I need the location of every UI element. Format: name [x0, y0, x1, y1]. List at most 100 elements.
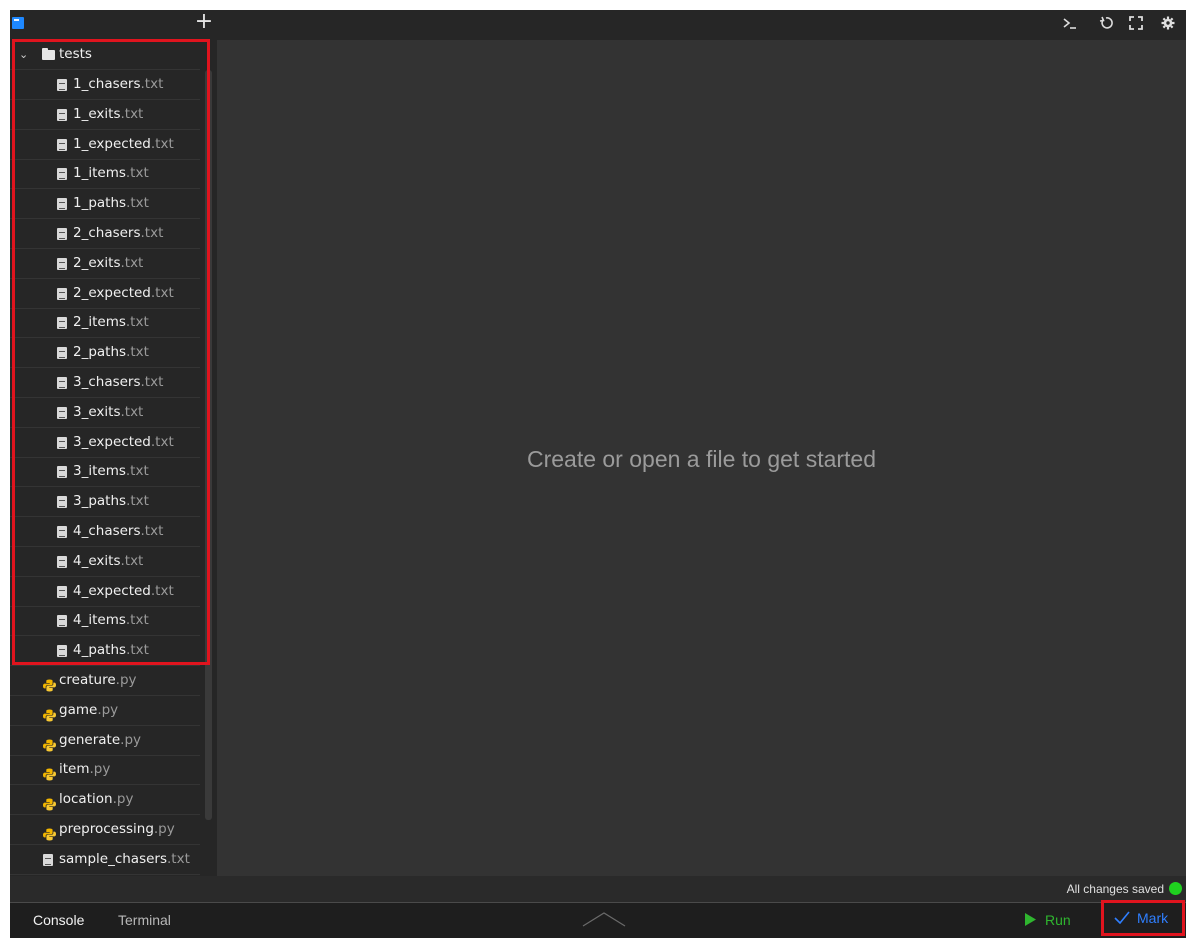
file-item[interactable]: 3_expected.txt: [10, 428, 200, 458]
file-item[interactable]: 1_expected.txt: [10, 130, 200, 160]
file-extension: .txt: [125, 165, 149, 182]
file-name: 4_expected.txt: [73, 577, 174, 606]
status-bar: All changes saved: [10, 876, 1186, 902]
file-base-name: 2_paths: [73, 344, 127, 361]
text-file-icon: [57, 496, 67, 509]
file-name: creature.py: [59, 666, 137, 695]
terminal-icon[interactable]: [1058, 13, 1082, 35]
text-file-icon: [57, 526, 67, 538]
file-base-name: 2_exits: [73, 254, 121, 271]
file-item[interactable]: 4_items.txt: [10, 606, 200, 637]
text-file-icon: [57, 436, 67, 449]
text-file-icon: [57, 168, 67, 181]
tab-console[interactable]: Console: [33, 903, 84, 937]
file-item[interactable]: 4_chasers.txt: [10, 517, 200, 547]
file-base-name: 3_expected: [73, 433, 151, 450]
file-extension: .txt: [150, 433, 174, 450]
sidebar-scrollbar[interactable]: [205, 70, 212, 820]
file-extension: .txt: [140, 374, 164, 390]
file-item[interactable]: 4_paths.txt: [10, 636, 200, 667]
folder-name: tests: [59, 46, 92, 62]
file-extension: .py: [153, 821, 175, 837]
file-base-name: 1_expected: [73, 135, 151, 152]
file-name: 1_chasers.txt: [73, 70, 163, 99]
file-name: 2_chasers.txt: [73, 219, 163, 248]
file-name: preprocessing.py: [59, 815, 175, 844]
file-item[interactable]: 1_exits.txt: [10, 100, 200, 130]
file-extension: .py: [89, 761, 111, 778]
file-item[interactable]: generate.py: [10, 726, 200, 756]
file-item[interactable]: 3_exits.txt: [10, 398, 200, 428]
file-base-name: 3_chasers: [73, 374, 141, 390]
file-item[interactable]: 3_chasers.txt: [10, 368, 200, 398]
file-name: 1_items.txt: [73, 159, 149, 188]
file-item[interactable]: game.py: [10, 696, 200, 726]
text-file-icon: [57, 615, 67, 628]
file-base-name: 1_chasers: [73, 76, 141, 92]
text-file-icon: [57, 645, 67, 658]
file-extension: .txt: [140, 225, 164, 241]
file-extension: .txt: [125, 612, 149, 629]
file-base-name: generate: [59, 731, 121, 748]
file-item[interactable]: 1_chasers.txt: [10, 70, 200, 100]
file-name: 4_items.txt: [73, 606, 149, 635]
file-item[interactable]: 2_items.txt: [10, 308, 200, 339]
tab-terminal[interactable]: Terminal: [118, 903, 171, 937]
file-base-name: 4_chasers: [73, 523, 141, 539]
mark-label: Mark: [1137, 910, 1169, 926]
file-name: 2_exits.txt: [73, 249, 143, 278]
file-item[interactable]: 2_chasers.txt: [10, 219, 200, 249]
text-file-icon: [57, 317, 67, 330]
run-button[interactable]: Run: [1024, 903, 1071, 937]
file-extension: .txt: [126, 344, 149, 361]
checkmark-icon: [1114, 911, 1130, 925]
text-file-icon: [57, 555, 67, 568]
file-name: 1_expected.txt: [73, 130, 174, 159]
file-base-name: 2_chasers: [73, 225, 141, 241]
file-item[interactable]: preprocessing.py: [10, 815, 200, 845]
file-item[interactable]: creature.py: [10, 666, 200, 696]
file-extension: .txt: [125, 314, 149, 331]
file-extension: .txt: [140, 76, 164, 92]
chevron-down-icon[interactable]: ⌄: [19, 40, 28, 69]
file-extension: .txt: [140, 523, 164, 539]
file-item[interactable]: 2_paths.txt: [10, 338, 200, 369]
file-item[interactable]: 1_items.txt: [10, 159, 200, 190]
file-item[interactable]: 2_exits.txt: [10, 249, 200, 279]
file-base-name: game: [59, 701, 98, 718]
fullscreen-icon[interactable]: [1124, 13, 1148, 35]
file-name: 2_items.txt: [73, 308, 149, 337]
text-file-icon: [57, 377, 67, 389]
file-item[interactable]: 3_paths.txt: [10, 487, 200, 518]
file-item[interactable]: 4_expected.txt: [10, 577, 200, 607]
file-base-name: 3_items: [73, 463, 126, 480]
file-extension: .py: [115, 672, 137, 688]
text-file-icon: [57, 585, 67, 598]
file-name: generate.py: [59, 726, 141, 755]
chevron-up-icon[interactable]: [580, 907, 628, 933]
top-toolbar: +: [10, 10, 1186, 40]
file-base-name: 2_items: [73, 314, 126, 331]
text-file-icon: [57, 228, 67, 240]
file-item[interactable]: 3_items.txt: [10, 457, 200, 488]
file-name: item.py: [59, 755, 110, 784]
folder-icon: [42, 48, 55, 60]
add-file-button[interactable]: +: [192, 10, 216, 36]
text-file-icon: [43, 853, 53, 866]
file-item[interactable]: item.py: [10, 755, 200, 786]
file-item[interactable]: 4_exits.txt: [10, 547, 200, 577]
text-file-icon: [57, 79, 67, 91]
refresh-icon[interactable]: [1094, 13, 1118, 35]
file-extension: .txt: [150, 135, 174, 152]
file-item[interactable]: 2_expected.txt: [10, 279, 200, 309]
settings-icon[interactable]: [1156, 13, 1180, 35]
text-file-icon: [57, 257, 67, 270]
mark-button[interactable]: Mark: [1101, 900, 1185, 936]
files-panel-icon[interactable]: [12, 17, 24, 29]
file-item[interactable]: 1_paths.txt: [10, 189, 200, 220]
editor-area: Create or open a file to get started: [217, 40, 1186, 876]
file-item[interactable]: sample_chasers.txt: [10, 845, 200, 875]
folder-tests[interactable]: ⌄ tests: [10, 40, 200, 70]
file-name: 4_paths.txt: [73, 636, 149, 665]
file-item[interactable]: location.py: [10, 785, 200, 816]
